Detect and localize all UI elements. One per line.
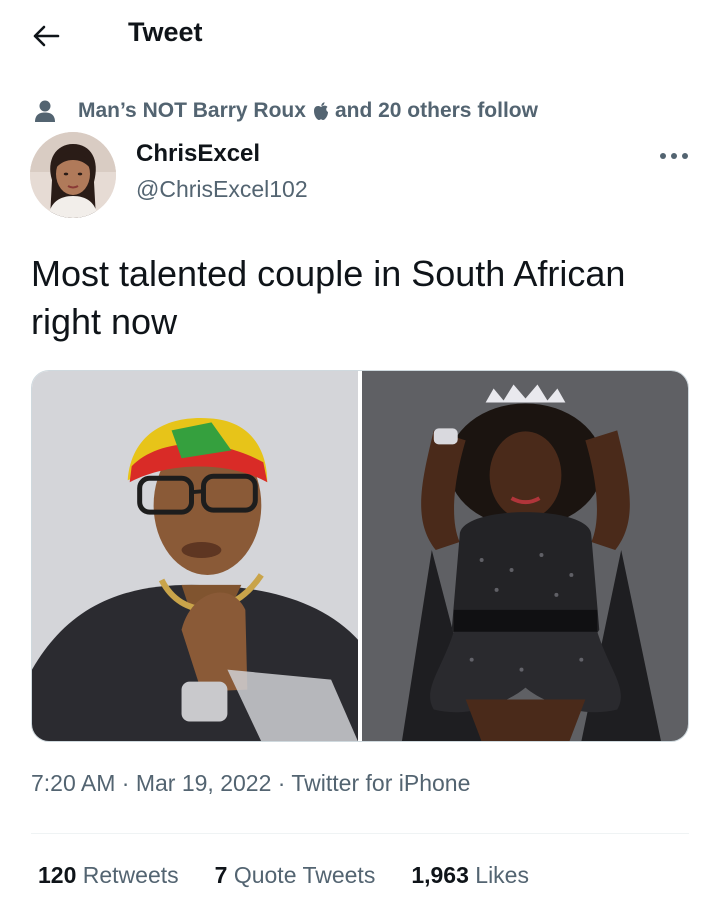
- likes-label: Likes: [475, 862, 529, 888]
- photo-left[interactable]: [32, 371, 358, 741]
- social-context-prefix: Man’s NOT Barry Roux: [78, 99, 306, 122]
- likes-count: 1,963: [411, 862, 469, 888]
- quote-tweets-stat[interactable]: 7 Quote Tweets: [215, 862, 376, 889]
- more-horizontal-icon: [660, 153, 688, 159]
- page-title: Tweet: [128, 17, 203, 47]
- retweets-label: Retweets: [82, 862, 179, 888]
- avatar[interactable]: [30, 132, 116, 218]
- media-grid: [31, 370, 689, 742]
- back-button[interactable]: [26, 18, 66, 54]
- top-bar: Tweet: [0, 0, 720, 70]
- apple-icon: [313, 102, 328, 120]
- tweet-source[interactable]: Twitter for iPhone: [291, 770, 470, 796]
- quote-tweets-label: Quote Tweets: [233, 862, 376, 888]
- quote-tweets-count: 7: [214, 862, 228, 888]
- display-name[interactable]: ChrisExcel: [136, 140, 260, 168]
- retweets-count: 120: [38, 862, 77, 888]
- meta-separator: ·: [271, 770, 292, 796]
- photo-left-image: [32, 371, 358, 741]
- avatar-image: [30, 132, 116, 218]
- tweet-time[interactable]: 7:20 AM: [31, 770, 115, 796]
- more-button[interactable]: [654, 140, 694, 172]
- social-context-suffix: and 20 others follow: [334, 99, 538, 122]
- meta-separator: ·: [115, 770, 136, 796]
- tweet-text: Most talented couple in South African ri…: [31, 253, 626, 342]
- social-context[interactable]: Man’s NOT Barry Roux and 20 others follo…: [34, 96, 538, 126]
- person-icon: [35, 100, 55, 122]
- tweet-date[interactable]: Mar 19, 2022: [136, 770, 272, 796]
- divider: [31, 833, 689, 834]
- tweet-meta: 7:20 AM · Mar 19, 2022 · Twitter for iPh…: [31, 770, 470, 797]
- likes-stat[interactable]: 1,963 Likes: [411, 862, 529, 889]
- engagement-stats: 120 Retweets 7 Quote Tweets 1,963 Likes: [38, 862, 565, 889]
- photo-right-image: [362, 371, 688, 741]
- user-handle[interactable]: @ChrisExcel102: [136, 176, 308, 203]
- retweets-stat[interactable]: 120 Retweets: [38, 862, 179, 889]
- photo-right[interactable]: [362, 371, 688, 741]
- arrow-left-icon: [33, 25, 60, 47]
